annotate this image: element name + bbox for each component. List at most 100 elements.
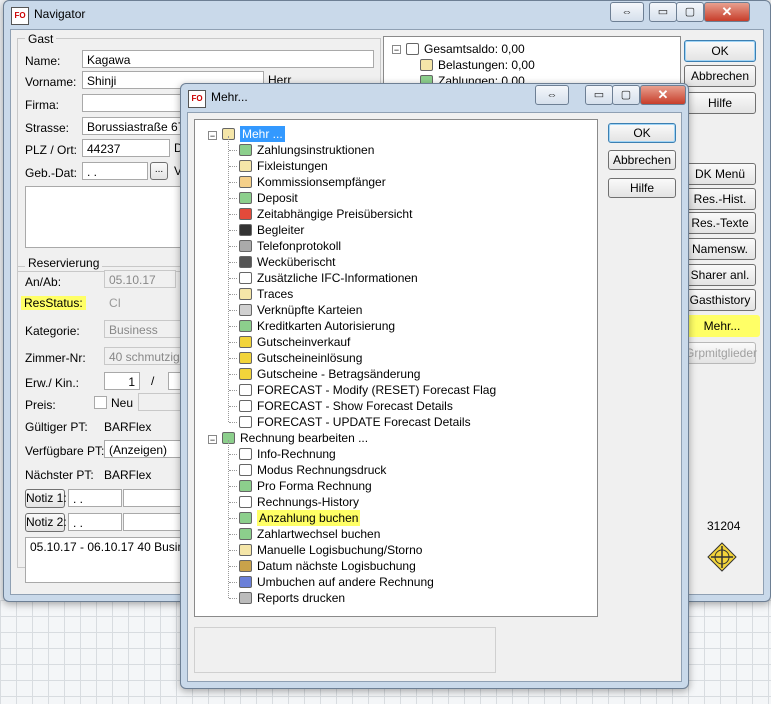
gast-label: Gast [25, 32, 57, 46]
clock-icon [239, 208, 252, 220]
tree-item[interactable]: Anzahlung buchen [257, 510, 361, 526]
minimize-button[interactable]: ▭ [649, 2, 677, 22]
zimmer-field: 40 schmutzig [104, 347, 192, 365]
document-icon [239, 448, 252, 460]
record-number: 31204 [707, 519, 741, 533]
tree-item[interactable]: Gutscheinverkauf [257, 334, 350, 350]
document-icon [239, 496, 252, 508]
mehr-titlebar[interactable]: FO Mehr... ⇔ ▭ ▢ ✕ [181, 84, 688, 112]
tree-item-gesamtsaldo[interactable]: Gesamtsaldo: 0,00 [424, 41, 525, 57]
verfuegbare-pt-select[interactable]: (Anzeigen) [104, 440, 192, 458]
tree-root-rechnung[interactable]: Rechnung bearbeiten ... [240, 430, 368, 446]
collapse-icon[interactable]: − [208, 435, 217, 445]
maximize-button[interactable]: ▢ [612, 85, 640, 105]
tree-item[interactable]: Manuelle Logisbuchung/Storno [257, 542, 422, 558]
document-icon [239, 400, 252, 412]
tree-connector-line [229, 246, 237, 247]
summary-text: 05.10.17 - 06.10.17 40 Business [30, 540, 193, 554]
tree-item[interactable]: Gutscheineinlösung [257, 350, 362, 366]
close-button[interactable]: ✕ [640, 85, 686, 105]
tree-item[interactable]: Zusätzliche IFC-Informationen [257, 270, 418, 286]
erw-field[interactable]: 1 [104, 372, 140, 390]
neu-label: Neu [111, 396, 134, 410]
vorname-label: Vorname: [25, 75, 77, 89]
name-field[interactable]: Kagawa [82, 50, 374, 68]
navigator-titlebar[interactable]: FO Navigator ⇔ ▭ ▢ ✕ [4, 1, 770, 29]
mehr-tree[interactable]: − Mehr ... − Rechnung bearbeiten ... Zah… [194, 119, 598, 617]
res-hist-button[interactable]: Res.-Hist. [684, 188, 756, 210]
printer-icon [239, 592, 252, 604]
tree-item[interactable]: Gutscheine - Betragsänderung [257, 366, 420, 382]
mehr-button[interactable]: Mehr... [684, 315, 760, 337]
plz-field[interactable]: 44237 [82, 139, 170, 157]
tree-item[interactable]: Begleiter [257, 222, 304, 238]
tree-item[interactable]: FORECAST - Modify (RESET) Forecast Flag [257, 382, 496, 398]
notiz1-button[interactable]: Notiz 1: [25, 489, 67, 508]
tree-item[interactable]: FORECAST - UPDATE Forecast Details [257, 414, 471, 430]
ok-button[interactable]: OK [684, 40, 756, 62]
close-button[interactable]: ✕ [704, 2, 750, 22]
tree-root-mehr[interactable]: Mehr ... [240, 126, 285, 142]
tree-item[interactable]: Datum nächste Logisbuchung [257, 558, 416, 574]
tree-connector-line [229, 262, 237, 263]
minimize-button[interactable]: ▭ [585, 85, 613, 105]
voucher-arrow-icon [239, 368, 252, 380]
voucher-icon [239, 352, 252, 364]
ok-button[interactable]: OK [608, 123, 676, 143]
money-icon [239, 528, 252, 540]
neu-checkbox[interactable] [94, 396, 107, 409]
document-icon [239, 384, 252, 396]
tree-connector-line [229, 566, 237, 567]
tree-item[interactable]: Zahlungsinstruktionen [257, 142, 374, 158]
collapse-icon[interactable]: − [392, 45, 401, 55]
tree-connector-line [229, 182, 237, 183]
tree-item[interactable]: Traces [257, 286, 293, 302]
res-texte-button[interactable]: Res.-Texte [684, 212, 756, 234]
phone-icon [239, 240, 252, 252]
tree-item[interactable]: Zahlartwechsel buchen [257, 526, 380, 542]
tree-item[interactable]: Reports drucken [257, 590, 345, 606]
tree-item[interactable]: Zeitabhängige Preisübersicht [257, 206, 412, 222]
namensw-button[interactable]: Namensw. [684, 238, 756, 260]
tree-connector-line [228, 440, 229, 598]
tree-item[interactable]: Verknüpfte Karteien [257, 302, 362, 318]
bank-icon [239, 560, 252, 572]
abbrechen-button[interactable]: Abbrechen [608, 150, 676, 170]
notiz2-button[interactable]: Notiz 2: [25, 513, 67, 532]
notiz1-field[interactable]: . . [68, 489, 122, 507]
tree-connector-line [228, 136, 229, 422]
tree-connector-line [229, 278, 237, 279]
tree-item[interactable]: Rechnungs-History [257, 494, 359, 510]
tree-item[interactable]: Fixleistungen [257, 158, 328, 174]
hilfe-button[interactable]: Hilfe [608, 178, 676, 198]
tree-item[interactable]: Info-Rechnung [257, 446, 336, 462]
tree-item[interactable]: Wecküberischt [257, 254, 335, 270]
link-icon [239, 304, 252, 316]
tree-item[interactable]: Pro Forma Rechnung [257, 478, 372, 494]
tree-item[interactable]: Telefonprotokoll [257, 238, 341, 254]
document-icon [239, 464, 252, 476]
date-picker-button[interactable]: ... [150, 162, 168, 180]
tree-item[interactable]: Deposit [257, 190, 298, 206]
gueltiger-pt-value: BARFlex [104, 420, 152, 434]
sharer-button[interactable]: Sharer anl. [684, 264, 756, 286]
hilfe-button[interactable]: Hilfe [684, 92, 756, 114]
resize-icon[interactable]: ⇔ [535, 85, 569, 105]
tree-item[interactable]: FORECAST - Show Forecast Details [257, 398, 453, 414]
gasthistory-button[interactable]: Gasthistory [684, 289, 756, 311]
resize-icon[interactable]: ⇔ [610, 2, 644, 22]
tree-item-belastungen[interactable]: Belastungen: 0,00 [438, 57, 535, 73]
tree-item[interactable]: Kreditkarten Autorisierung [257, 318, 395, 334]
abbrechen-button[interactable]: Abbrechen [684, 65, 756, 87]
notiz2-field[interactable]: . . [68, 513, 122, 531]
geb-dat-field[interactable]: . . [82, 162, 148, 180]
collapse-icon[interactable]: − [208, 131, 217, 141]
tree-item[interactable]: Umbuchen auf andere Rechnung [257, 574, 434, 590]
money-icon [239, 512, 252, 524]
tree-connector-line [229, 422, 237, 423]
tree-connector-line [229, 550, 237, 551]
maximize-button[interactable]: ▢ [676, 2, 704, 22]
tree-item[interactable]: Kommissionsempfänger [257, 174, 386, 190]
dk-menu-button[interactable]: DK Menü [684, 163, 756, 185]
tree-item[interactable]: Modus Rechnungsdruck [257, 462, 386, 478]
